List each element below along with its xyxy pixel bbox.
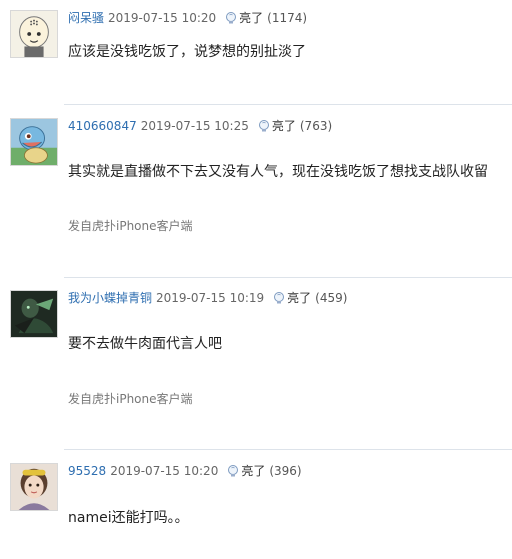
light-button[interactable]: 亮了 <box>241 464 265 478</box>
comment-time: 2019-07-15 10:20 <box>110 464 219 478</box>
comment-time: 2019-07-15 10:19 <box>156 291 265 305</box>
username-link[interactable]: 410660847 <box>68 119 137 133</box>
lightbulb-icon[interactable] <box>226 464 240 478</box>
comment-text: 要不去做牛肉面代言人吧 <box>68 336 222 352</box>
comment-time: 2019-07-15 10:20 <box>108 11 217 25</box>
game-character-avatar-icon[interactable] <box>10 290 58 338</box>
comment-source: 发自虎扑iPhone客户端 <box>68 392 193 406</box>
comment-text: 应该是没钱吃饭了，说梦想的别扯淡了 <box>68 44 306 60</box>
comment-divider <box>64 449 512 450</box>
light-button[interactable]: 亮了 <box>239 11 263 25</box>
comment-divider <box>64 277 512 278</box>
bald-cartoon-avatar-icon[interactable] <box>10 10 58 58</box>
username-link[interactable]: 闷呆骚 <box>68 11 104 25</box>
lightbulb-icon[interactable] <box>257 119 271 133</box>
comment-text: 其实就是直播做不下去又没有人气，现在没钱吃饭了想找支战队收留 <box>68 164 488 180</box>
comment-time: 2019-07-15 10:25 <box>140 119 249 133</box>
username-link[interactable]: 我为小蝶掉青铜 <box>68 291 152 305</box>
girl-photo-avatar-icon[interactable] <box>10 463 58 511</box>
lightbulb-icon[interactable] <box>224 11 238 25</box>
light-count: (763) <box>299 119 333 133</box>
light-count: (396) <box>269 464 302 478</box>
light-count: (459) <box>315 291 348 305</box>
comment-meta: 闷呆骚 2019-07-15 10:20 亮了 (1174) <box>68 10 307 26</box>
comment-divider <box>64 104 512 105</box>
comment-meta: 410660847 2019-07-15 10:25 亮了 (763) <box>68 118 332 134</box>
light-count: (1174) <box>267 11 308 25</box>
light-button[interactable]: 亮了 <box>287 291 311 305</box>
light-button[interactable]: 亮了 <box>272 119 296 133</box>
lightbulb-icon[interactable] <box>272 291 286 305</box>
comment-source: 发自虎扑iPhone客户端 <box>68 219 193 233</box>
comment-meta: 95528 2019-07-15 10:20 亮了 (396) <box>68 463 302 479</box>
squirtle-avatar-icon[interactable] <box>10 118 58 166</box>
comment-text: namei还能打吗。。 <box>68 510 189 526</box>
username-link[interactable]: 95528 <box>68 464 106 478</box>
comment-meta: 我为小蝶掉青铜 2019-07-15 10:19 亮了 (459) <box>68 290 347 306</box>
